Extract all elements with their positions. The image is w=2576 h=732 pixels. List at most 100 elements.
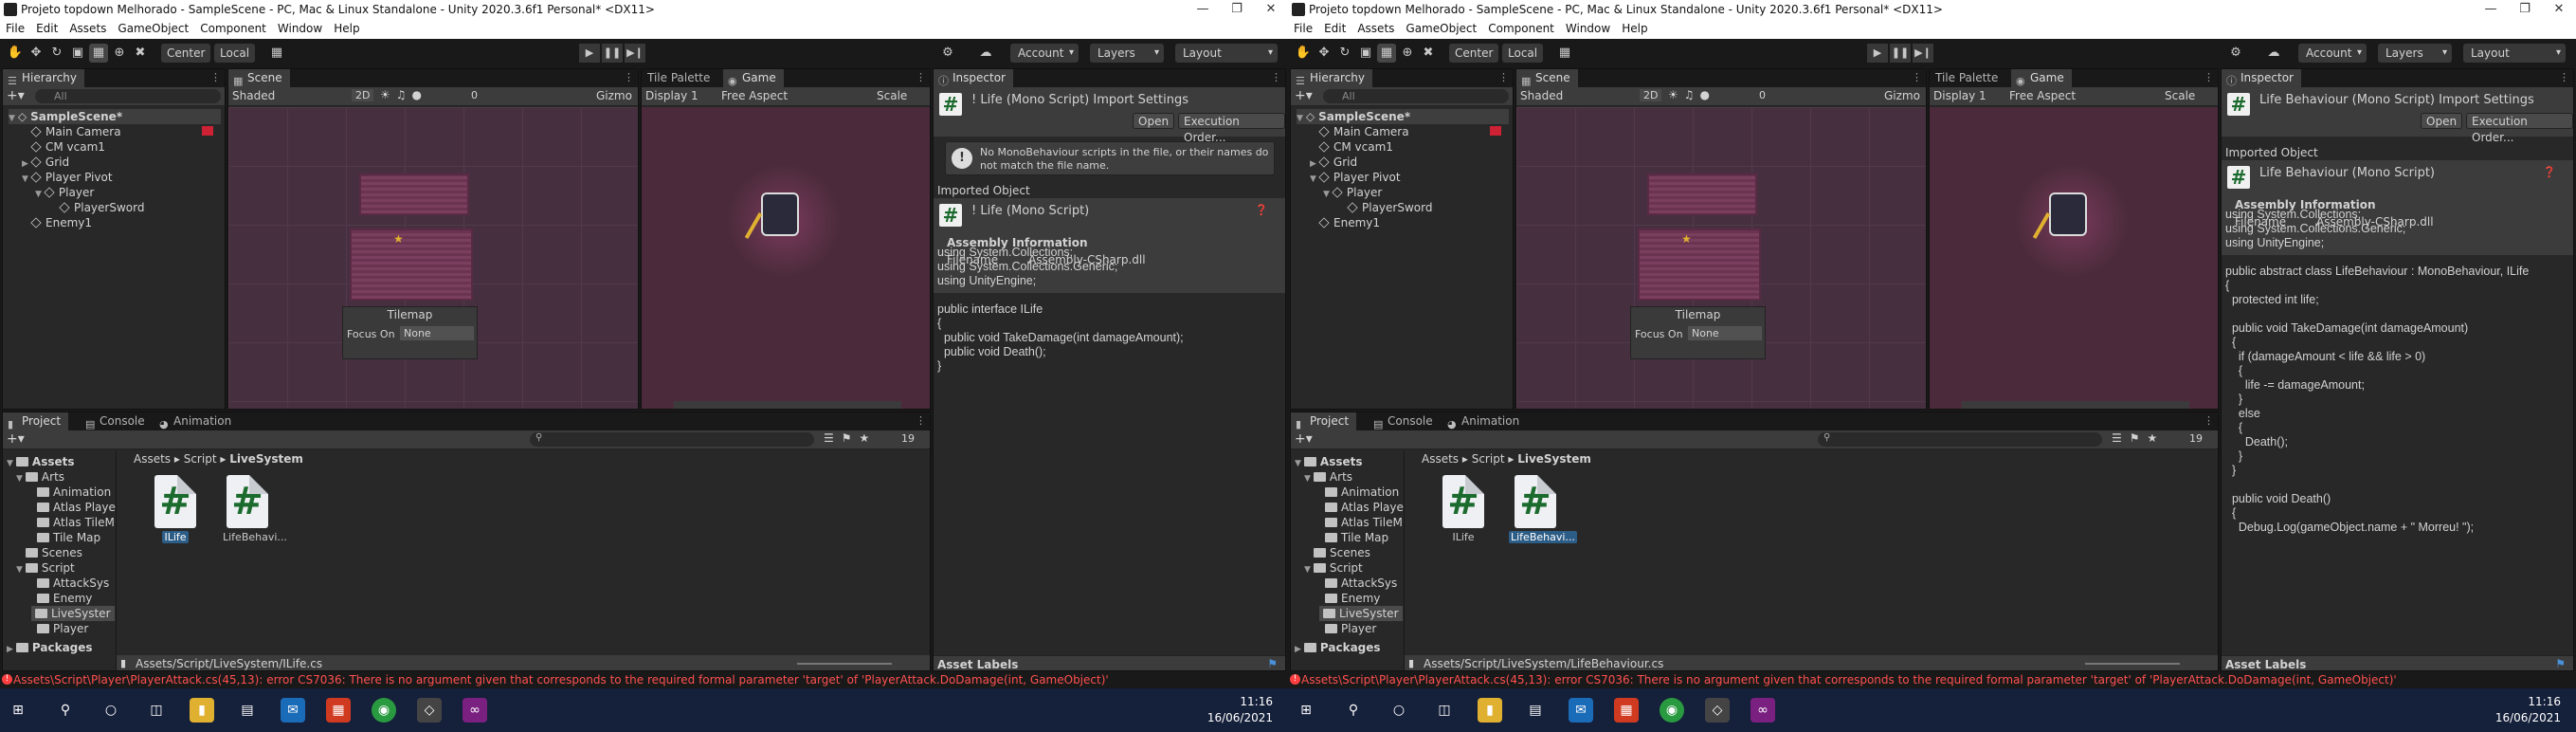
kebab-icon[interactable]: ⋮	[916, 71, 926, 83]
tree-folder[interactable]: ▶ Packages	[7, 640, 93, 655]
task-view-icon[interactable]: ◫	[144, 698, 169, 723]
chrome-icon[interactable]: ◉	[372, 698, 396, 723]
focus-on-dropdown[interactable]: None	[1688, 326, 1762, 340]
collab-icon[interactable]: ⚙	[2226, 44, 2245, 63]
hierarchy-item[interactable]: CM vcam1	[1318, 139, 1393, 155]
hierarchy-item[interactable]: ▼ Player	[1323, 185, 1382, 200]
fx-count[interactable]: 0	[471, 89, 478, 101]
tree-folder[interactable]: ▼ Arts	[1304, 469, 1352, 485]
tree-folder[interactable]: ▼ Assets	[1295, 454, 1363, 469]
gizmos-dropdown[interactable]: Gizmo	[596, 89, 632, 102]
tree-folder-selected[interactable]: LiveSyster	[1319, 606, 1403, 621]
add-icon[interactable]: +▾	[7, 88, 25, 103]
menu-edit[interactable]: Edit	[30, 19, 63, 39]
hierarchy-search-input[interactable]: All	[35, 89, 221, 103]
aspect-dropdown[interactable]: Free Aspect	[2009, 89, 2076, 102]
scale-tool-icon[interactable]: ▣	[1356, 44, 1375, 63]
shading-dropdown[interactable]: Shaded	[232, 89, 336, 102]
hierarchy-item[interactable]: ▼ Player Pivot	[1310, 170, 1401, 185]
tab-console[interactable]: ▤ Console	[1369, 412, 1441, 430]
tree-folder[interactable]: ▶ Packages	[1295, 640, 1381, 655]
icon-size-slider[interactable]	[797, 663, 892, 665]
kebab-icon[interactable]: ⋮	[210, 71, 221, 83]
play-icon[interactable]: ▶	[1867, 44, 1888, 63]
tree-folder[interactable]: Atlas Playe	[37, 500, 116, 515]
menu-assets[interactable]: Assets	[1351, 19, 1400, 39]
aspect-dropdown[interactable]: Free Aspect	[721, 89, 788, 102]
space-toggle[interactable]: Local	[1502, 44, 1544, 63]
menu-help[interactable]: Help	[328, 19, 365, 39]
tree-folder[interactable]: Animation	[1325, 485, 1399, 500]
tree-folder[interactable]: ▼ Script	[16, 560, 75, 576]
open-button[interactable]: Open	[1133, 113, 1175, 129]
menu-help[interactable]: Help	[1616, 19, 1653, 39]
tree-folder[interactable]: AttackSys	[1325, 576, 1397, 591]
step-icon[interactable]: ▶❙	[625, 44, 645, 63]
menu-component[interactable]: Component	[194, 19, 272, 39]
filter-icons[interactable]: ☰⚑★	[2112, 431, 2165, 445]
project-search-input[interactable]: ⚲	[1818, 432, 2102, 447]
menu-assets[interactable]: Assets	[63, 19, 112, 39]
tab-scene[interactable]: ▦ Scene	[228, 69, 290, 87]
search-icon[interactable]: ⚲	[53, 698, 78, 723]
fx-count[interactable]: 0	[1759, 89, 1766, 101]
rect-tool-icon[interactable]: ▦	[1377, 44, 1396, 63]
breadcrumb-item[interactable]: LiveSystem	[229, 452, 303, 466]
scale-slider-label[interactable]: Scale	[877, 89, 907, 102]
cloud-icon[interactable]: ☁	[2264, 44, 2283, 63]
execution-order-button[interactable]: Execution Order...	[1178, 113, 1285, 144]
layers-dropdown[interactable]: Layers	[2378, 44, 2452, 63]
hierarchy-item[interactable]: Main Camera	[1318, 124, 1409, 139]
kebab-icon[interactable]: ⋮	[1912, 71, 1922, 83]
close-icon[interactable]: ✕	[2542, 0, 2576, 19]
tree-folder[interactable]: Enemy	[37, 591, 92, 606]
scene-view[interactable]: ★ Tilemap Focus On None	[228, 107, 638, 409]
store-icon[interactable]: ▤	[235, 698, 260, 723]
execution-order-button[interactable]: Execution Order...	[2466, 113, 2573, 144]
windows-start-icon[interactable]: ⊞	[6, 698, 30, 723]
cortana-icon[interactable]: ○	[1387, 698, 1411, 723]
play-icon[interactable]: ▶	[579, 44, 600, 63]
tree-folder[interactable]: AttackSys	[37, 576, 109, 591]
hand-tool-icon[interactable]: ✋	[6, 44, 25, 63]
menu-window[interactable]: Window	[1560, 19, 1616, 39]
tab-project[interactable]: ▮ Project	[3, 412, 69, 430]
help-icon[interactable]: ❓	[2543, 166, 2556, 178]
step-icon[interactable]: ▶❙	[1913, 44, 1933, 63]
menu-window[interactable]: Window	[272, 19, 328, 39]
visual-studio-icon[interactable]: ∞	[1751, 698, 1775, 723]
minimize-icon[interactable]: —	[2474, 0, 2508, 19]
pivot-toggle[interactable]: Center	[1449, 44, 1499, 63]
label-tag-icon[interactable]: ⚑	[1267, 657, 1278, 670]
menu-edit[interactable]: Edit	[1318, 19, 1351, 39]
tree-folder[interactable]: Player	[1325, 621, 1376, 636]
transform-tool-icon[interactable]: ⊕	[110, 44, 129, 63]
tree-folder[interactable]: Enemy	[1325, 591, 1380, 606]
tree-folder[interactable]: ▼ Assets	[7, 454, 75, 469]
tree-folder[interactable]: ▼ Arts	[16, 469, 64, 485]
hierarchy-item[interactable]: PlayerSword	[59, 200, 144, 215]
hierarchy-item[interactable]: ▶ Grid	[22, 155, 69, 170]
scale-tool-icon[interactable]: ▣	[68, 44, 87, 63]
scale-slider-label[interactable]: Scale	[2165, 89, 2195, 102]
create-icon[interactable]: +▾	[1295, 431, 1313, 447]
grid-snap-icon[interactable]: ▦	[267, 44, 286, 63]
2d-toggle[interactable]: 2D	[1640, 89, 1662, 101]
tab-animation[interactable]: ◕ Animation	[154, 412, 239, 430]
transform-tool-icon[interactable]: ⊕	[1398, 44, 1417, 63]
asset-lifebehaviour[interactable]: # LifeBehavi...	[221, 475, 287, 543]
search-icon[interactable]: ⚲	[1341, 698, 1366, 723]
move-tool-icon[interactable]: ✥	[27, 44, 45, 63]
hierarchy-item[interactable]: Enemy1	[1318, 215, 1380, 230]
store-icon[interactable]: ▤	[1523, 698, 1548, 723]
custom-tool-icon[interactable]: ✖	[1419, 44, 1438, 63]
breadcrumb-item[interactable]: Assets	[1422, 452, 1459, 466]
hierarchy-scene[interactable]: ▼ ◇ SampleScene*	[1297, 109, 1509, 124]
hand-tool-icon[interactable]: ✋	[1294, 44, 1313, 63]
menu-gameobject[interactable]: GameObject	[1400, 19, 1482, 39]
cloud-icon[interactable]: ☁	[976, 44, 995, 63]
tab-animation[interactable]: ◕ Animation	[1442, 412, 1527, 430]
maximize-icon[interactable]: ❐	[2508, 0, 2542, 19]
tree-folder[interactable]: Tile Map	[37, 530, 100, 545]
status-bar[interactable]: ! Assets\Script\Player\PlayerAttack.cs(4…	[0, 672, 1288, 688]
